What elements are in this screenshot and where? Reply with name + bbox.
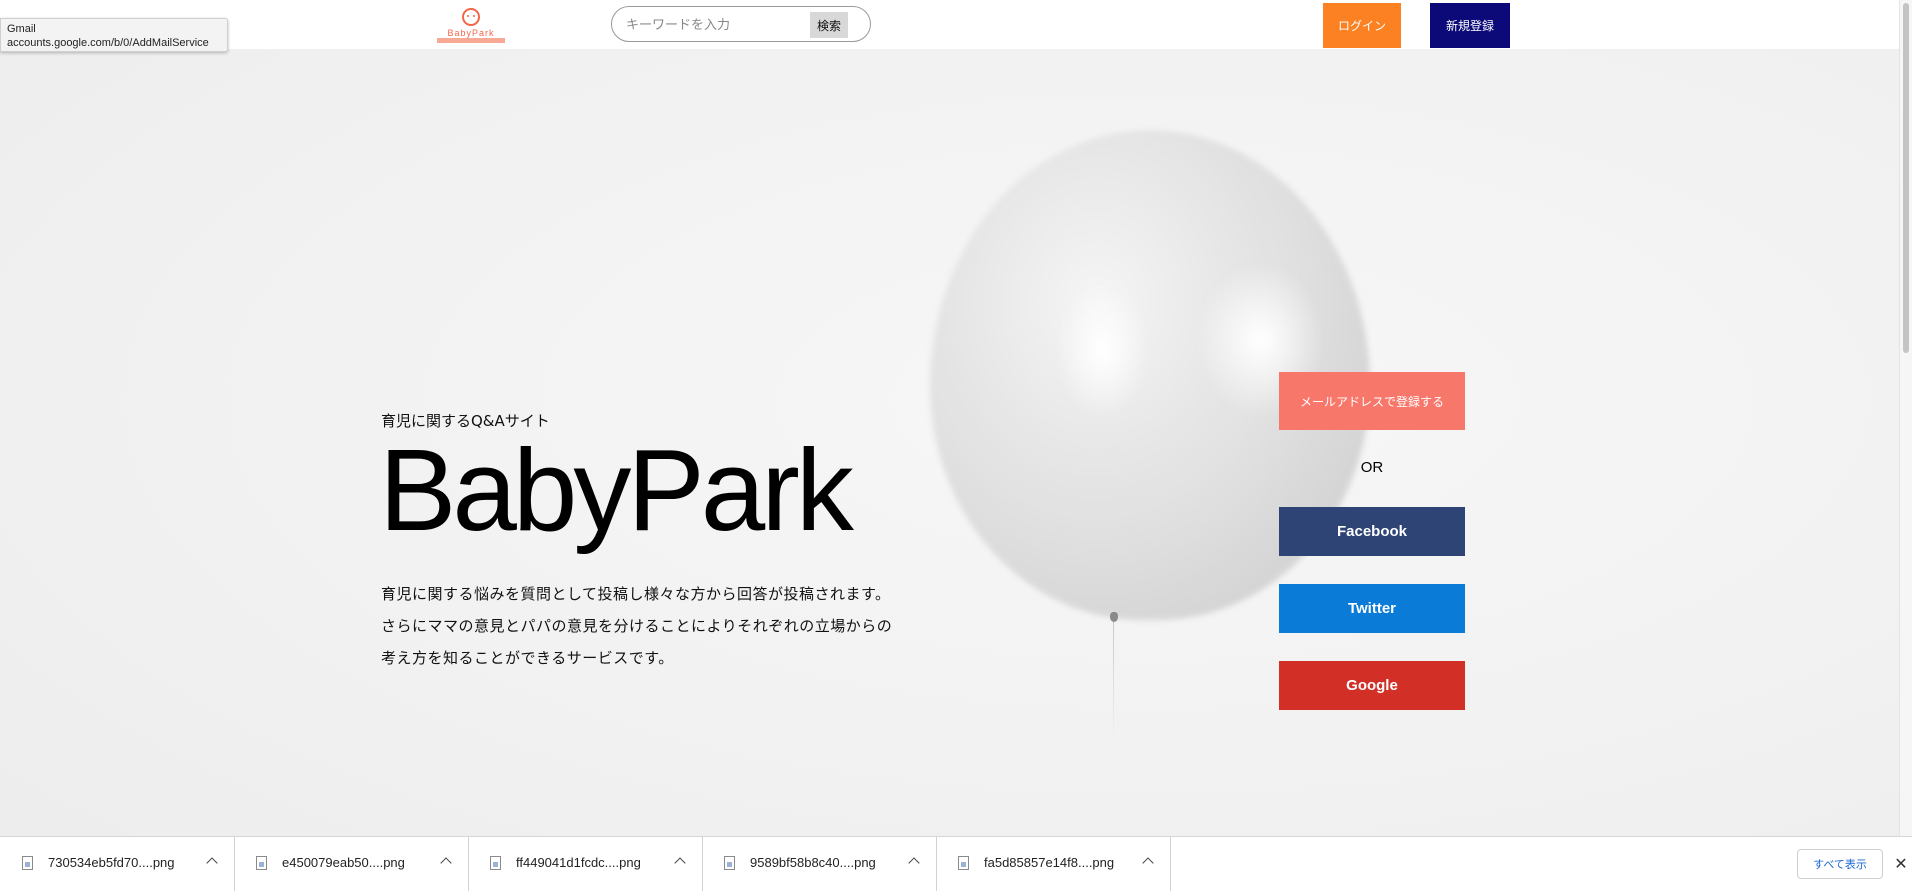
tooltip-title: Gmail [7,23,36,35]
site-header: BabyPark 検索 ログイン 新規登録 [0,0,1900,49]
file-icon [22,856,33,870]
baby-face-icon [462,8,480,26]
balloon-string [1113,622,1114,742]
download-bar: 730534eb5fd70....png e450079eab50....png… [0,836,1912,892]
chevron-up-icon[interactable] [908,857,920,869]
tooltip-url: accounts.google.com/b/0/AddMailService [7,37,209,49]
hero-title: BabyPark [379,425,854,555]
chevron-up-icon[interactable] [206,857,218,869]
file-icon [724,856,735,870]
balloon-knot [1110,612,1118,622]
download-file-name: e450079eab50....png [282,855,405,870]
hero-description: 育児に関する悩みを質問として投稿し様々な方から回答が投稿されます。 さらにママの… [381,578,981,674]
vertical-scrollbar[interactable] [1899,0,1912,836]
google-register-button[interactable]: Google [1279,661,1465,710]
download-item[interactable]: fa5d85857e14f8....png [936,837,1171,891]
site-logo[interactable]: BabyPark [437,6,505,48]
download-file-name: 9589bf58b8c40....png [750,855,876,870]
chevron-up-icon[interactable] [1142,857,1154,869]
download-item[interactable]: ff449041d1fcdc....png [468,837,703,891]
hero-description-line: 考え方を知ることができるサービスです。 [381,649,674,667]
download-item[interactable]: e450079eab50....png [234,837,469,891]
login-button[interactable]: ログイン [1323,3,1401,48]
logo-text: BabyPark [437,29,505,43]
link-tooltip: Gmail accounts.google.com/b/0/AddMailSer… [0,18,228,52]
facebook-register-button[interactable]: Facebook [1279,507,1465,556]
search-button[interactable]: 検索 [810,12,848,38]
file-icon [958,856,969,870]
search-input[interactable] [624,14,803,36]
hero-description-line: 育児に関する悩みを質問として投稿し様々な方から回答が投稿されます。 [381,585,891,603]
download-item[interactable]: 9589bf58b8c40....png [702,837,937,891]
download-file-name: ff449041d1fcdc....png [516,855,641,870]
scrollbar-thumb[interactable] [1903,3,1909,353]
show-all-downloads-button[interactable]: すべて表示 [1797,849,1883,879]
hero-description-line: さらにママの意見とパパの意見を分けることによりそれぞれの立場からの [381,617,893,635]
download-file-name: 730534eb5fd70....png [48,855,175,870]
download-file-name: fa5d85857e14f8....png [984,855,1115,870]
or-divider: OR [1360,459,1384,476]
chevron-up-icon[interactable] [440,857,452,869]
file-icon [490,856,501,870]
file-icon [256,856,267,870]
chevron-up-icon[interactable] [674,857,686,869]
search-box: 検索 [611,6,871,42]
signup-button[interactable]: 新規登録 [1430,3,1510,48]
close-icon[interactable]: ✕ [1894,854,1908,874]
balloon-highlight [1055,280,1150,420]
download-item[interactable]: 730534eb5fd70....png [0,837,235,891]
twitter-register-button[interactable]: Twitter [1279,584,1465,633]
page: BabyPark 検索 ログイン 新規登録 Gmail accounts.goo… [0,0,1912,892]
email-register-button[interactable]: メールアドレスで登録する [1279,372,1465,430]
